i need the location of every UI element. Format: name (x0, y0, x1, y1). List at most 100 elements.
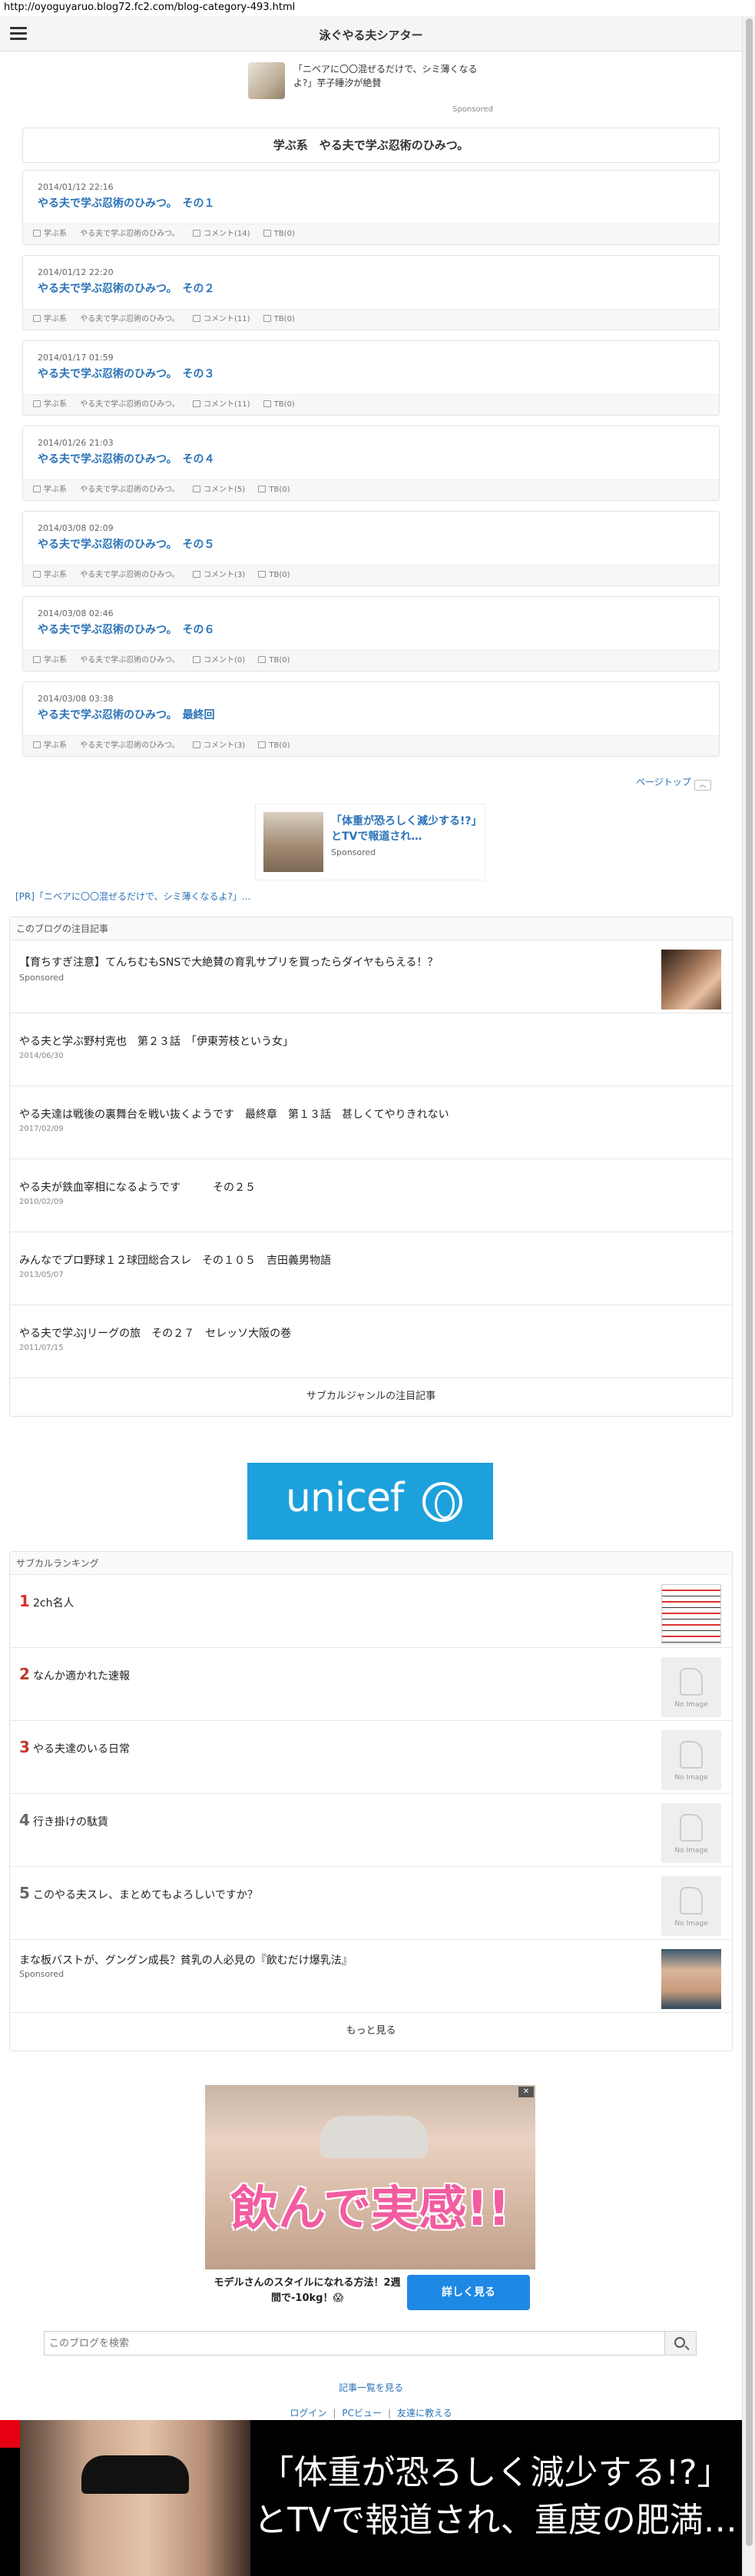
ranking-number: 4 (19, 1811, 30, 1829)
entry-title-link[interactable]: やる夫で学ぶ忍術のひみつ。 その２ (38, 280, 214, 296)
ad-accent (0, 2420, 20, 2448)
entry-title-link[interactable]: やる夫で学ぶ忍術のひみつ。 その５ (38, 536, 214, 552)
sponsored-label: Sponsored (331, 847, 376, 857)
entry-trackbacks[interactable]: TB(0) (274, 400, 295, 409)
entry-trackbacks[interactable]: TB(0) (269, 571, 290, 579)
entry-card[interactable]: 2014/01/17 01:59 やる夫で学ぶ忍術のひみつ。 その３ 学ぶ系 や… (22, 340, 720, 416)
entry-series[interactable]: やる夫で学ぶ忍術のひみつ。 (80, 400, 180, 409)
trackback-icon (263, 315, 271, 322)
entry-comments[interactable]: コメント(11) (204, 400, 250, 409)
featured-item[interactable]: みんなでプロ野球１２球団総合スレ その１０５ 吉田義男物語 2013/05/07 (10, 1232, 732, 1305)
entry-title-link[interactable]: やる夫で学ぶ忍術のひみつ。 その６ (38, 622, 214, 637)
subculture-featured-link[interactable]: サブカルジャンルの注目記事 (10, 1378, 732, 1416)
entry-comments[interactable]: コメント(11) (204, 315, 250, 323)
unicef-banner[interactable]: unicef (247, 1463, 493, 1540)
no-image-placeholder: No Image (661, 1657, 721, 1717)
entry-category[interactable]: 学ぶ系 (44, 400, 67, 409)
ad-thumbnail (661, 1949, 721, 2009)
search-input[interactable] (44, 2331, 664, 2356)
sponsored-ad-middle[interactable]: 「体重が恐ろしく減少する!?」とTVで報道され… Sponsored (255, 804, 485, 880)
sponsored-ad-top[interactable]: 「ニベアに〇〇混ぜるだけで、シミ薄くなるよ?」芋子睡汐が絶賛 Sponsored (246, 59, 499, 116)
entry-trackbacks[interactable]: TB(0) (274, 315, 295, 323)
mobile-page: 泳ぐやる夫シアター 「ニベアに〇〇混ぜるだけで、シミ薄くなるよ?」芋子睡汐が絶賛… (0, 16, 742, 2576)
page-top-link[interactable]: ページトップ ︿ (636, 775, 711, 791)
featured-item[interactable]: やる夫と学ぶ野村克也 第２３話 「伊東芳枝という女」 2014/06/30 (10, 1013, 732, 1086)
entry-trackbacks[interactable]: TB(0) (269, 486, 290, 494)
featured-item[interactable]: やる夫達は戦後の裏舞台を戦い抜くようです 最終章 第１３話 甚しくてやりきれない… (10, 1086, 732, 1159)
entry-trackbacks[interactable]: TB(0) (269, 741, 290, 750)
entry-series[interactable]: やる夫で学ぶ忍術のひみつ。 (80, 230, 180, 238)
entry-card[interactable]: 2014/03/08 02:46 やる夫で学ぶ忍術のひみつ。 その６ 学ぶ系 や… (22, 596, 720, 671)
blog-search (44, 2331, 697, 2356)
entry-category[interactable]: 学ぶ系 (44, 486, 67, 494)
entry-comments[interactable]: コメント(3) (204, 571, 245, 579)
pc-view-link[interactable]: PCビュー (342, 2408, 382, 2419)
entry-category[interactable]: 学ぶ系 (44, 656, 67, 665)
entry-category[interactable]: 学ぶ系 (44, 230, 67, 238)
ranking-item[interactable]: 1 2ch名人 (10, 1575, 732, 1648)
entry-category[interactable]: 学ぶ系 (44, 315, 67, 323)
search-icon (674, 2337, 685, 2348)
display-ad[interactable]: 飲んで実感!! ✕ モデルさんのスタイルになれる方法！2週間で-10kg！😱 詳… (205, 2085, 535, 2314)
tell-friends-link[interactable]: 友達に教える (397, 2408, 452, 2419)
entry-card[interactable]: 2014/03/08 02:09 やる夫で学ぶ忍術のひみつ。 その５ 学ぶ系 や… (22, 511, 720, 586)
featured-item[interactable]: やる夫で学ぶJリーグの旅 その２７ セレッソ大阪の巻 2011/07/15 (10, 1305, 732, 1378)
entry-title-link[interactable]: やる夫で学ぶ忍術のひみつ。 その３ (38, 366, 214, 381)
entry-title-link[interactable]: やる夫で学ぶ忍術のひみつ。 最終回 (38, 707, 214, 722)
entry-category[interactable]: 学ぶ系 (44, 571, 67, 579)
entry-category[interactable]: 学ぶ系 (44, 741, 67, 750)
see-more-button[interactable]: もっと見る (10, 2013, 732, 2051)
trackback-icon (258, 741, 267, 748)
close-icon[interactable]: ✕ (518, 2087, 534, 2097)
entry-meta: 学ぶ系 やる夫で学ぶ忍術のひみつ。 コメント(0) TB(0) (23, 650, 719, 671)
ranking-number: 2 (19, 1665, 30, 1683)
folder-icon (33, 656, 41, 663)
entry-series[interactable]: やる夫で学ぶ忍術のひみつ。 (80, 571, 180, 579)
ranking-item[interactable]: 2 なんか適かれた速報 No Image (10, 1648, 732, 1721)
featured-item[interactable]: やる夫が鉄血宰相になるようです その２５ 2010/02/09 (10, 1159, 732, 1232)
featured-item-title: みんなでプロ野球１２球団総合スレ その１０５ 吉田義男物語 (19, 1255, 331, 1267)
entry-title-link[interactable]: やる夫で学ぶ忍術のひみつ。 その１ (38, 195, 214, 211)
comment-icon (192, 315, 200, 322)
featured-sponsored-item[interactable]: 【育ちすぎ注意】てんちむもSNSで大絶賛の育乳サプリを買ったらダイヤもらえる！？… (10, 940, 732, 1013)
entry-comments[interactable]: コメント(5) (204, 486, 245, 494)
vertical-scrollbar[interactable] (742, 16, 755, 2576)
ranking-blog-name: このやる夫スレ、まとめてもよろしいですか？ (33, 1889, 258, 1901)
entry-series[interactable]: やる夫で学ぶ忍術のひみつ。 (80, 741, 180, 750)
entry-trackbacks[interactable]: TB(0) (274, 230, 295, 238)
ranking-item[interactable]: 4 行き掛けの駄賃 No Image (10, 1794, 732, 1867)
entry-comments[interactable]: コメント(14) (204, 230, 250, 238)
entry-card[interactable]: 2014/03/08 03:38 やる夫で学ぶ忍術のひみつ。 最終回 学ぶ系 や… (22, 681, 720, 757)
entry-card[interactable]: 2014/01/26 21:03 やる夫で学ぶ忍術のひみつ。 その４ 学ぶ系 や… (22, 426, 720, 501)
entry-trackbacks[interactable]: TB(0) (269, 656, 290, 665)
entry-series[interactable]: やる夫で学ぶ忍術のひみつ。 (80, 486, 180, 494)
entry-card[interactable]: 2014/01/12 22:16 やる夫で学ぶ忍術のひみつ。 その１ 学ぶ系 や… (22, 170, 720, 245)
scrollbar-thumb[interactable] (746, 18, 753, 2546)
entry-comments[interactable]: コメント(0) (204, 656, 245, 665)
ranking-sponsored-item[interactable]: まな板バストが、グングン成長？貧乳の人必見の『飲むだけ爆乳法』 Sponsore… (10, 1940, 732, 2013)
ranking-item[interactable]: 5 このやる夫スレ、まとめてもよろしいですか？ No Image (10, 1867, 732, 1940)
sponsored-label: Sponsored (452, 105, 493, 114)
all-entries-link[interactable]: 記事一覧を見る (0, 2381, 742, 2394)
entry-card[interactable]: 2014/01/12 22:20 やる夫で学ぶ忍術のひみつ。 その２ 学ぶ系 や… (22, 255, 720, 330)
folder-icon (33, 400, 41, 407)
ranking-item[interactable]: 3 やる夫達のいる日常 No Image (10, 1721, 732, 1794)
bottom-sticky-ad[interactable]: 「体重が恐ろしく減少する!?」とTVで報道され、重度の肥満… (0, 2420, 742, 2576)
ranking-sponsored-title: まな板バストが、グングン成長？貧乳の人必見の『飲むだけ爆乳法』 (19, 1954, 353, 1967)
entry-title-link[interactable]: やる夫で学ぶ忍術のひみつ。 その４ (38, 451, 214, 466)
entry-series[interactable]: やる夫で学ぶ忍術のひみつ。 (80, 315, 180, 323)
login-link[interactable]: ログイン (290, 2408, 326, 2419)
site-title[interactable]: 泳ぐやる夫シアター (0, 27, 742, 43)
entry-meta: 学ぶ系 やる夫で学ぶ忍術のひみつ。 コメント(11) TB(0) (23, 394, 719, 415)
ranking-blog-name: やる夫達のいる日常 (33, 1743, 130, 1755)
pr-link[interactable]: [PR]「ニベアに〇〇混ぜるだけで、シミ薄くなるよ?」... (15, 890, 250, 903)
entry-series[interactable]: やる夫で学ぶ忍術のひみつ。 (80, 656, 180, 665)
entry-comments[interactable]: コメント(3) (204, 741, 245, 750)
search-button[interactable] (664, 2331, 697, 2356)
unicef-globe-icon (422, 1482, 462, 1522)
unicef-wordmark: unicef (286, 1475, 404, 1521)
category-header: 学ぶ系 やる夫で学ぶ忍術のひみつ。 (22, 128, 720, 163)
entry-meta: 学ぶ系 やる夫で学ぶ忍術のひみつ。 コメント(11) TB(0) (23, 309, 719, 330)
learn-more-button[interactable]: 詳しく見る (407, 2275, 530, 2310)
entry-meta: 学ぶ系 やる夫で学ぶ忍術のひみつ。 コメント(3) TB(0) (23, 735, 719, 756)
